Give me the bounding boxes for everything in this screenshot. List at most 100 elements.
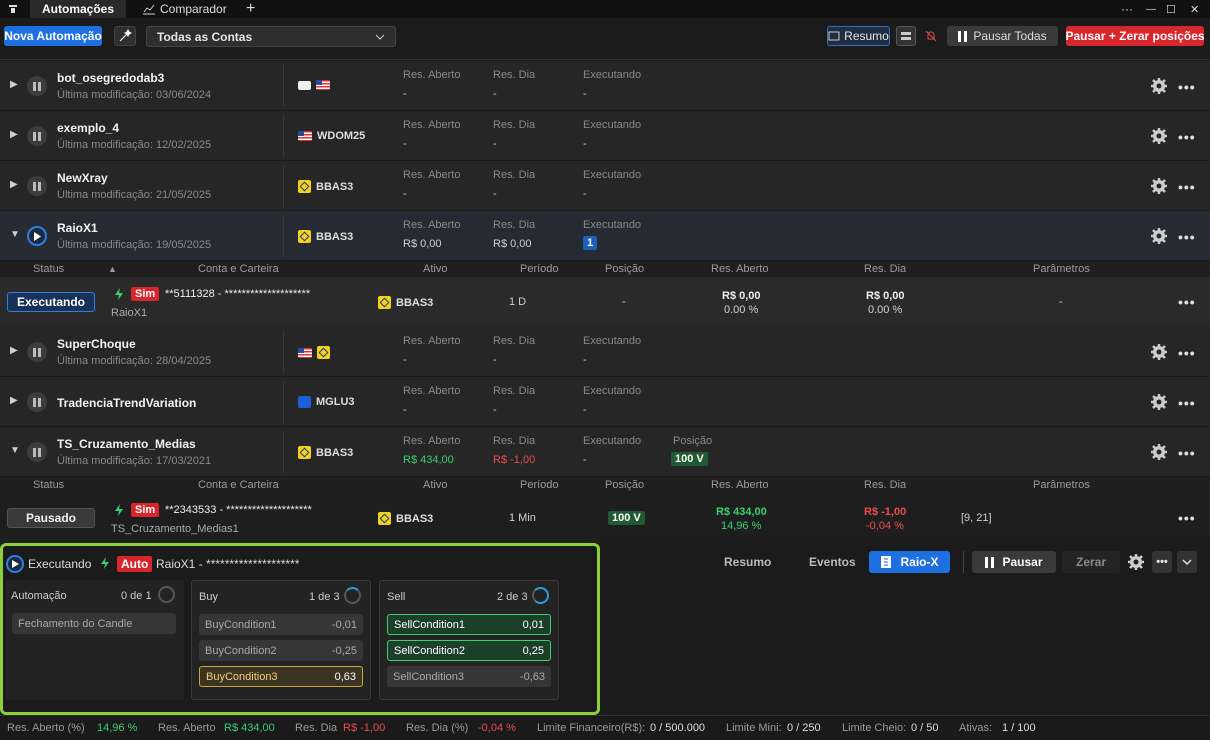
tab-raiox[interactable]: Raio-X [869,551,950,573]
asset-cell [298,80,330,90]
layout-icon[interactable] [896,26,916,46]
pause-icon[interactable] [27,342,47,362]
magalu-icon [298,396,311,408]
col-periodo[interactable]: Período [520,479,559,491]
col-res-dia[interactable]: Res. Dia [864,263,906,275]
gear-icon[interactable] [1150,443,1168,461]
automation-row[interactable]: ▶ NewXray Última modificação: 21/05/2025… [0,161,1210,211]
new-automation-button[interactable]: Nova Automação [4,26,102,46]
gear-icon[interactable] [1150,77,1168,95]
col-status[interactable]: Status [33,479,64,491]
play-icon[interactable] [6,555,24,573]
summary-button[interactable]: Resumo [827,26,890,46]
col-periodo[interactable]: Período [520,263,559,275]
more-icon[interactable]: ••• [1178,395,1196,411]
col-conta[interactable]: Conta e Carteira [198,479,279,491]
more-icon[interactable]: ••• [1178,445,1196,461]
col-posicao[interactable]: Posição [605,263,644,275]
expand-icon[interactable]: ▶ [10,129,18,140]
pause-zero-button[interactable]: Pausar + Zerar posições [1065,26,1205,46]
automation-row[interactable]: ▶ TradenciaTrendVariation MGLU3 Res. Abe… [0,377,1210,427]
automation-row[interactable]: ▶ SuperChoque Última modificação: 28/04/… [0,327,1210,377]
col-parametros[interactable]: Parâmetros [1033,479,1090,491]
panel-title: Sell [387,591,406,603]
asset-cell: BBAS3 [298,446,353,459]
gear-icon[interactable] [1127,553,1145,571]
automation-row[interactable]: ▼ RaioX1 Última modificação: 19/05/2025 … [0,211,1210,261]
res-aberto-label: Res. Aberto [403,335,461,347]
col-conta[interactable]: Conta e Carteira [198,263,279,275]
pause-icon[interactable] [27,176,47,196]
detail-row[interactable]: Executando Sim **5111328 - *************… [0,277,1210,327]
pause-icon[interactable] [27,76,47,96]
tab-resumo[interactable]: Resumo [724,555,771,569]
tab-eventos[interactable]: Eventos [809,555,856,569]
status-pausado-button[interactable]: Pausado [7,508,95,528]
expand-icon[interactable]: ▶ [10,179,18,190]
bell-off-icon[interactable] [921,26,941,46]
expand-icon[interactable]: ▶ [10,395,18,406]
more-icon[interactable]: ••• [1178,345,1196,361]
condition-value: 0,25 [522,644,544,657]
tab-automacoes[interactable]: Automações [30,0,127,18]
minimize-button[interactable]: — [1146,0,1156,18]
maximize-button[interactable]: ☐ [1166,0,1176,18]
sort-up-icon[interactable]: ▲ [108,264,117,274]
zero-button[interactable]: Zerar [1062,551,1120,573]
col-ativo[interactable]: Ativo [423,263,447,275]
more-icon[interactable]: ••• [1178,294,1196,310]
detail-row[interactable]: Pausado Sim **2343533 - ****************… [0,493,1210,543]
gear-icon[interactable] [1150,227,1168,245]
col-res-dia[interactable]: Res. Dia [864,479,906,491]
expand-icon[interactable]: ▶ [10,345,18,356]
expand-icon[interactable]: ▶ [10,79,18,90]
res-aberto-label: Res. Aberto [403,119,461,131]
add-tab-button[interactable]: + [246,0,255,18]
condition-item: BuyCondition1 -0,01 [199,614,363,635]
res-aberto-label: Res. Aberto [403,169,461,181]
res-aberto-label: Res. Aberto [403,69,461,81]
automation-row[interactable]: ▼ TS_Cruzamento_Medias Última modificaçã… [0,427,1210,477]
more-icon[interactable]: ••• [1178,129,1196,145]
col-ativo[interactable]: Ativo [423,479,447,491]
col-status[interactable]: Status [33,263,64,275]
automation-row[interactable]: ▶ exemplo_4 Última modificação: 12/02/20… [0,111,1210,161]
gear-icon[interactable] [1150,127,1168,145]
gear-icon[interactable] [1150,393,1168,411]
pause-all-button[interactable]: Pausar Todas [947,26,1058,46]
account-select[interactable]: Todas as Contas [146,26,396,47]
magic-wand-icon[interactable] [114,26,136,46]
chevron-down-icon[interactable] [1177,551,1197,573]
pause-icon[interactable] [27,392,47,412]
res-aberto-value: R$ 0,00 [722,290,761,302]
more-icon[interactable]: ••• [1178,229,1196,245]
broker-icon [298,80,311,90]
more-icon[interactable]: ••• [1178,179,1196,195]
play-icon[interactable] [27,226,47,246]
automation-row[interactable]: ▶ bot_osegredodab3 Última modificação: 0… [0,61,1210,111]
asset-cell: MGLU3 [298,396,355,408]
gear-icon[interactable] [1150,343,1168,361]
col-posicao[interactable]: Posição [605,479,644,491]
pause-button[interactable]: Pausar [972,551,1056,573]
more-icon[interactable]: ••• [1178,510,1196,526]
close-button[interactable]: ✕ [1190,0,1199,18]
collapse-icon[interactable]: ▼ [10,445,20,456]
col-parametros[interactable]: Parâmetros [1033,263,1090,275]
status-label: Res. Aberto (%) [7,722,85,734]
tab-comparador[interactable]: Comparador [142,0,227,18]
collapse-icon[interactable]: ▼ [10,229,20,240]
menu-icon[interactable]: ··· [1121,0,1133,18]
gear-icon[interactable] [1150,177,1168,195]
panel-count: 0 de 1 [121,590,152,602]
pause-icon[interactable] [27,126,47,146]
more-icon[interactable]: ••• [1152,551,1172,573]
col-res-aberto[interactable]: Res. Aberto [711,263,768,275]
app-logo-icon[interactable] [2,0,24,18]
col-res-aberto[interactable]: Res. Aberto [711,479,768,491]
sell-panel: Sell 2 de 3 SellCondition1 0,01 SellCondi… [379,580,559,700]
pause-icon[interactable] [27,442,47,462]
more-icon[interactable]: ••• [1178,79,1196,95]
status-executando-button[interactable]: Executando [7,292,95,312]
executando-label: Executando [583,385,642,397]
